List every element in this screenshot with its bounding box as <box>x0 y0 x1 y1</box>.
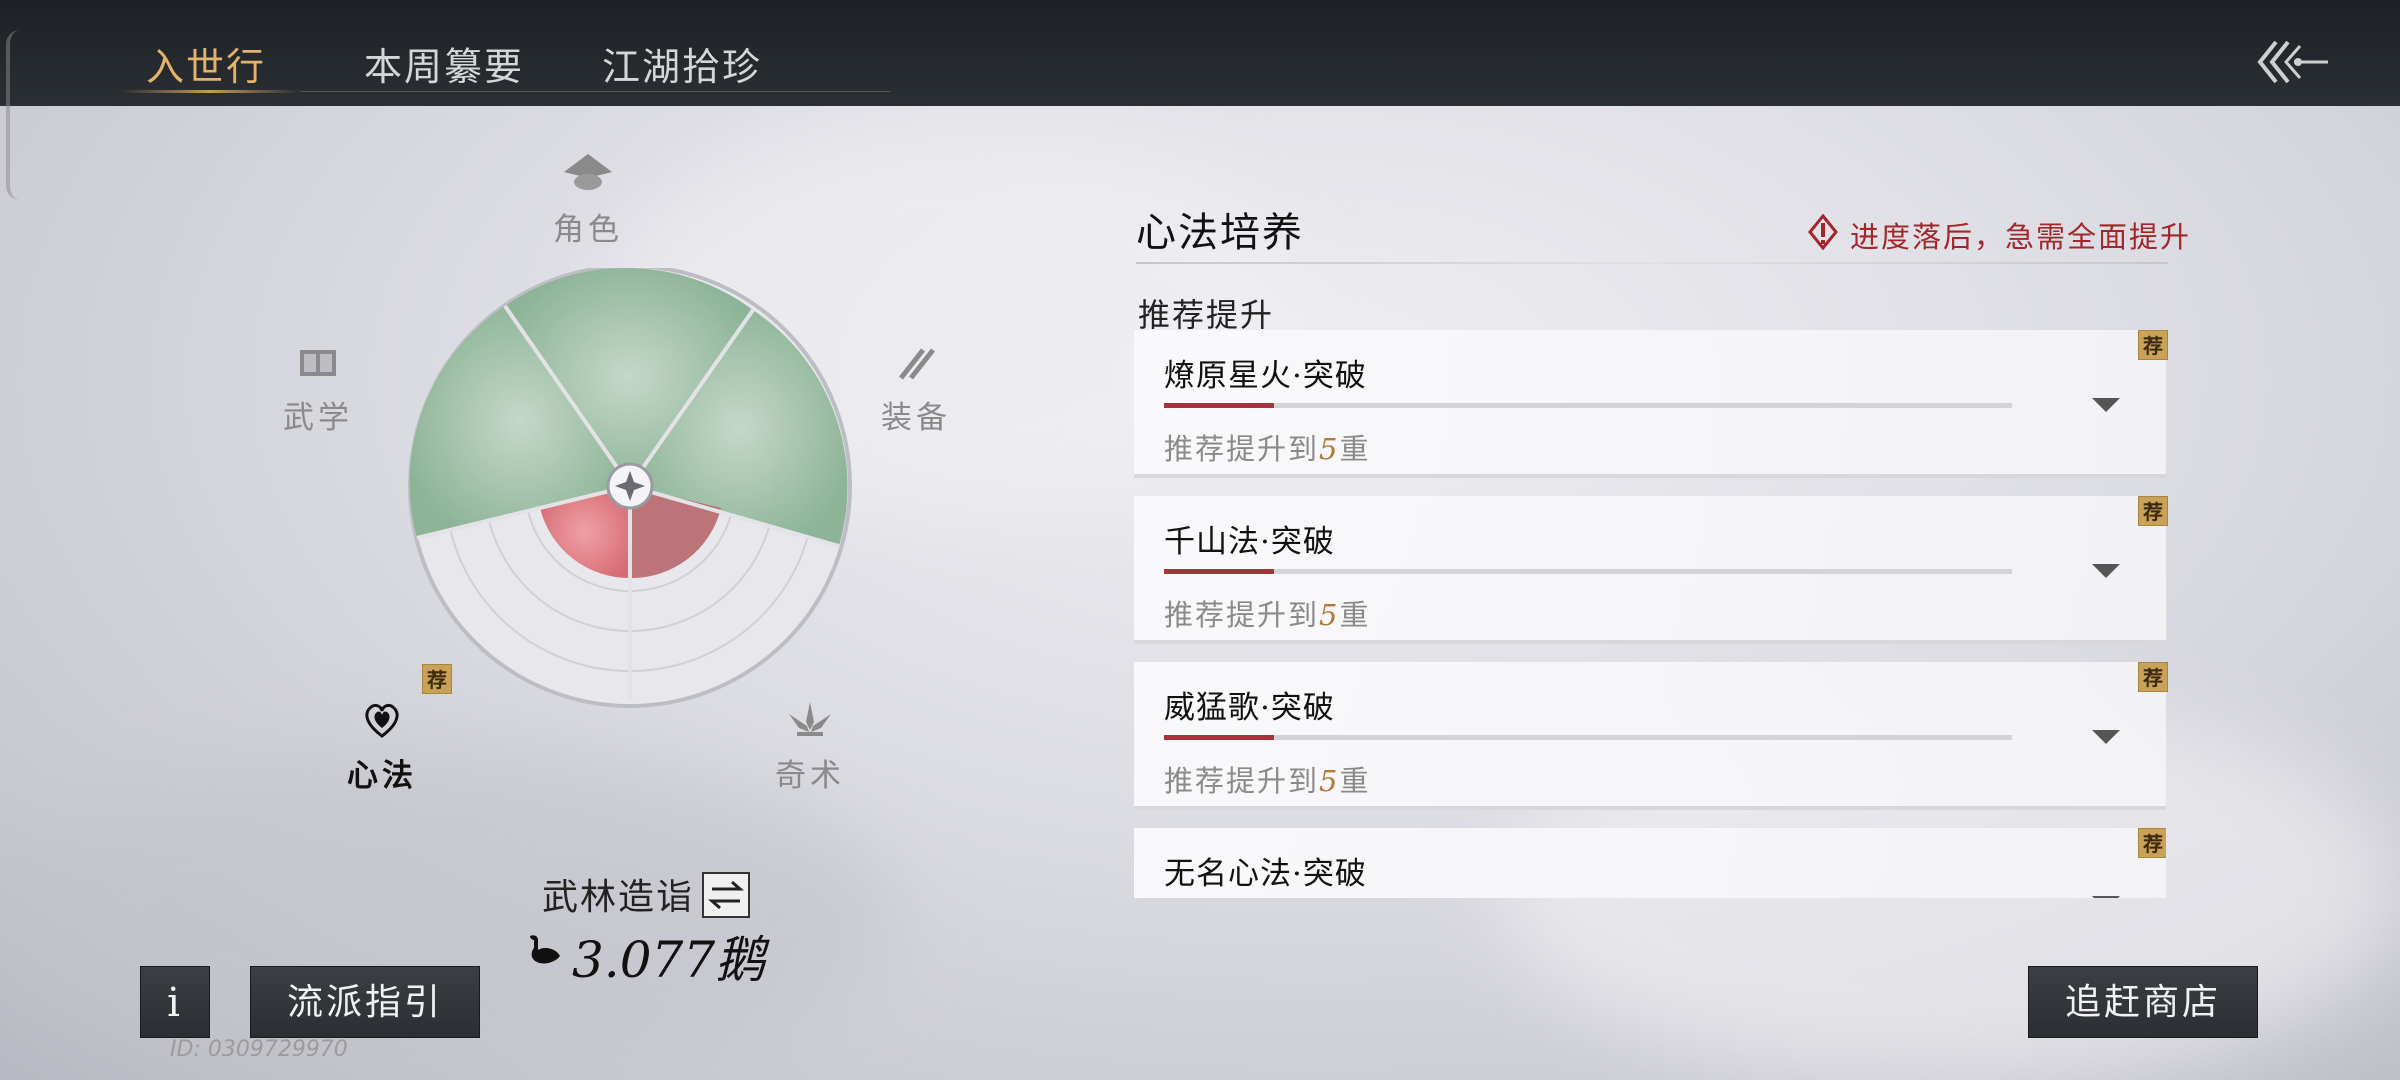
category-martial[interactable]: 武学 <box>282 344 354 437</box>
category-martial-label: 武学 <box>283 400 353 436</box>
shop-button[interactable]: 追赶商店 <box>2028 966 2258 1038</box>
active-tab-underline <box>120 90 300 93</box>
progress-bar <box>1164 735 2012 740</box>
recommend-card[interactable]: 燎原星火·突破 推荐提升到5重 荐 <box>1134 330 2168 478</box>
tab-jianghu-treasures[interactable]: 江湖拾珍 <box>602 36 762 91</box>
card-hint: 推荐提升到5重 <box>1164 598 1371 632</box>
progress-fill <box>1164 403 1275 408</box>
wulin-label: 武林造诣 <box>542 877 695 918</box>
category-role-label: 角色 <box>553 212 623 248</box>
card-hint: 推荐提升到5重 <box>1164 764 1371 798</box>
category-art-label: 奇术 <box>775 758 845 794</box>
role-icon <box>564 154 612 190</box>
chevron-down-icon[interactable] <box>2092 896 2120 898</box>
card-name: 燎原星火·突破 <box>1164 358 1367 394</box>
wheel-chart <box>408 264 852 708</box>
blades-icon <box>899 348 935 380</box>
back-button[interactable] <box>2254 34 2330 90</box>
recommend-card[interactable]: 千山法·突破推荐提升到5重 荐 <box>1134 496 2168 644</box>
warning-icon <box>1808 214 1838 250</box>
category-equipment[interactable]: 装备 <box>880 344 952 437</box>
tab-rushixing[interactable]: 入世行 <box>146 36 266 91</box>
recommend-badge: 荐 <box>2138 496 2168 526</box>
recommend-card[interactable]: 无名心法·突破推荐提升到5重荐 <box>1134 828 2166 898</box>
chevron-down-icon[interactable] <box>2092 398 2120 412</box>
heart-icon <box>365 703 399 738</box>
card-name: 无名心法·突破 <box>1164 856 1367 892</box>
book-icon <box>300 350 336 376</box>
chevron-down-icon[interactable] <box>2092 730 2120 744</box>
progress-bar <box>1164 403 2012 408</box>
recommend-badge: 荐 <box>2138 828 2166 858</box>
goose-icon <box>530 935 560 964</box>
wulin-value: 3.077鹅 <box>572 931 766 989</box>
category-equipment-label: 装备 <box>881 400 951 436</box>
warning-text: 进度落后，急需全面提升 <box>1850 220 2192 254</box>
info-icon: i <box>167 980 183 1026</box>
card-hint: 推荐提升到5重 <box>1164 432 1371 466</box>
progress-bar <box>1164 569 2012 574</box>
progress-fill <box>1164 569 1275 574</box>
swap-button[interactable] <box>702 872 750 918</box>
back-arrow-icon <box>2257 40 2328 84</box>
progress-wheel <box>405 264 855 718</box>
category-role[interactable]: 角色 <box>548 150 628 249</box>
category-mind-label: 心法 <box>347 758 417 794</box>
tab-weekly-summary[interactable]: 本周纂要 <box>364 36 524 91</box>
panel-divider <box>1136 262 2168 264</box>
chevron-down-icon[interactable] <box>2092 564 2120 578</box>
guide-button[interactable]: 流派指引 <box>250 966 480 1038</box>
player-id: ID: 0309729970 <box>170 1037 348 1062</box>
recommend-badge: 荐 <box>2138 662 2168 692</box>
card-name: 威猛歌·突破 <box>1164 690 1335 726</box>
progress-fill <box>1164 735 1275 740</box>
recommend-badge: 荐 <box>2138 330 2168 360</box>
card-name: 千山法·突破 <box>1164 524 1335 560</box>
recommend-card[interactable]: 威猛歌·突破推荐提升到5重 荐 <box>1134 662 2168 810</box>
panel-title: 心法培养 <box>1136 210 1304 256</box>
info-button[interactable]: i <box>140 966 210 1038</box>
tab-divider-line <box>300 91 890 92</box>
top-bar: 入世行 本周纂要 江湖拾珍 <box>0 0 2400 200</box>
frame-edge <box>6 30 20 200</box>
swap-arrows-icon <box>708 880 744 910</box>
